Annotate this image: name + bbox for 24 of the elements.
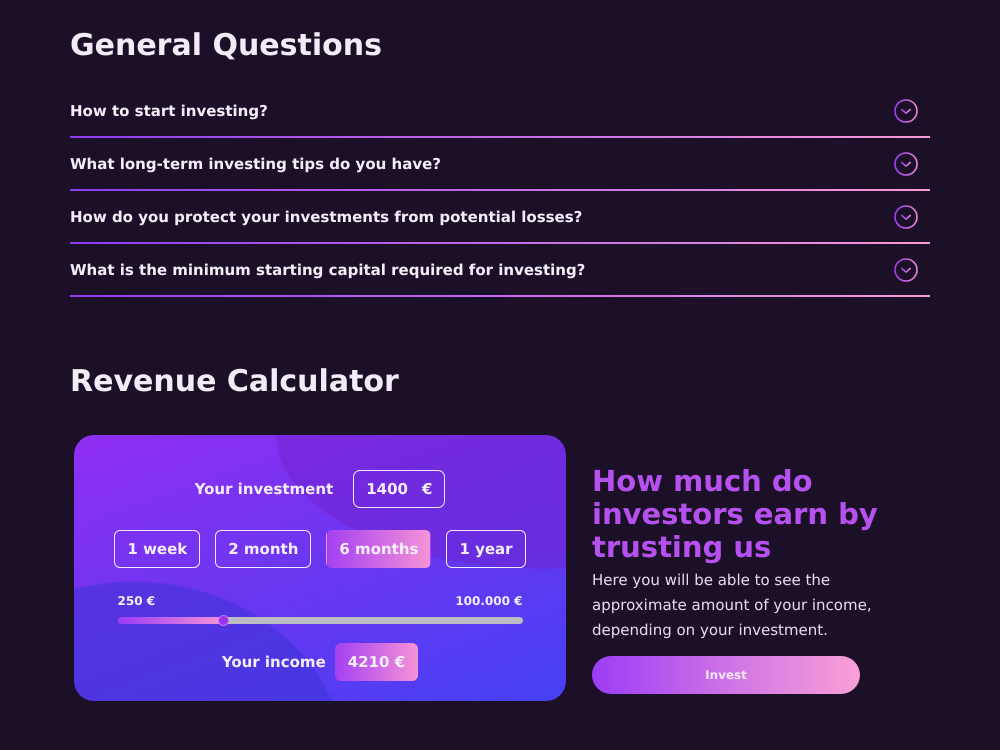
- faq-question[interactable]: What is the minimum starting capital required for investing?: [70, 260, 586, 278]
- range-min-label: 250 €: [118, 594, 156, 608]
- promo-heading: How much do investors earn by trusting us: [592, 465, 879, 564]
- range-max-label: 100.000 €: [455, 594, 522, 608]
- chevron-down-icon[interactable]: [894, 98, 918, 122]
- chevron-down-icon[interactable]: [894, 204, 918, 228]
- faq-question[interactable]: What long-term investing tips do you have?: [70, 154, 441, 172]
- faq-question[interactable]: How to start investing?: [70, 102, 268, 120]
- slider-track[interactable]: [118, 617, 522, 624]
- investment-label: Your investment: [194, 480, 334, 498]
- promo-text: Here you will be able to see the approximate amount of your income, depending on your investment.: [592, 570, 873, 641]
- section-title: Revenue Calculator: [70, 363, 399, 401]
- income-value: 4210 €: [334, 643, 418, 681]
- faq-question[interactable]: How do you protect your investments from potential losses?: [70, 208, 582, 226]
- chevron-down-icon[interactable]: [894, 152, 918, 176]
- chevron-down-icon[interactable]: [894, 258, 918, 282]
- section-title: General Questions: [70, 27, 382, 65]
- investment-field[interactable]: 1400 €: [353, 470, 446, 508]
- income-label: Your income: [222, 653, 326, 671]
- period-button[interactable]: 1 year: [446, 530, 526, 568]
- period-button[interactable]: 1 week: [114, 530, 200, 568]
- slider-thumb[interactable]: [218, 615, 229, 626]
- period-button[interactable]: 2 month: [215, 530, 312, 568]
- period-button[interactable]: 6 months: [326, 530, 432, 568]
